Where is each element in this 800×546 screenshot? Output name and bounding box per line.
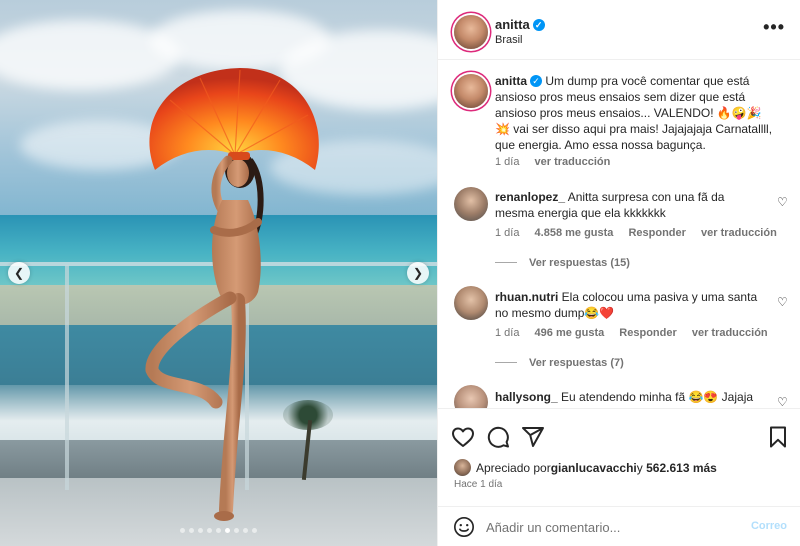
heart-icon[interactable] (451, 425, 475, 449)
post-photo[interactable]: ❮ ❯ (0, 0, 437, 546)
comment-input[interactable] (486, 517, 726, 537)
carousel-dot (243, 528, 248, 533)
carousel-dot (225, 528, 230, 533)
caption-time: 1 día (495, 156, 520, 168)
comments-list[interactable]: anitta ✓ Um dump pra você comentar que es… (438, 61, 800, 408)
comment-composer: Correo (438, 506, 800, 546)
username-text[interactable]: anitta (495, 17, 530, 32)
avatar[interactable] (454, 187, 488, 221)
view-replies-label[interactable]: Ver respuestas (7) (529, 357, 624, 369)
previous-photo-button[interactable]: ❮ (8, 262, 30, 284)
see-translation-link[interactable]: ver traducción (701, 227, 777, 239)
like-comment-heart-icon[interactable]: ♡ (777, 396, 789, 408)
see-translation-link[interactable]: ver traducción (535, 156, 611, 168)
comment-body: Eu atendendo minha fã 😂😍 Jajaja (561, 390, 754, 404)
like-comment-heart-icon[interactable]: ♡ (777, 196, 789, 208)
caption-text: anitta ✓ Um dump pra você comentar que es… (495, 73, 775, 153)
post-location[interactable]: Brasil (495, 34, 523, 46)
post-sidebar: anitta ✓ Brasil ••• anitta ✓ Um dump pra v… (437, 0, 800, 546)
verified-badge-icon: ✓ (530, 75, 543, 87)
view-replies-label[interactable]: Ver respuestas (15) (529, 257, 630, 269)
more-options-icon[interactable]: ••• (763, 18, 785, 36)
post-comment-button[interactable]: Correo (751, 520, 787, 532)
railing-post (65, 265, 69, 490)
comment-text: renanlopez_ Anitta surpresa con una fã d… (495, 189, 765, 221)
comment-username[interactable]: renanlopez_ (495, 190, 565, 204)
liked-by-user[interactable]: gianlucavacchi (551, 461, 637, 475)
comment-time: 1 día (495, 227, 520, 239)
carousel-dot (189, 528, 194, 533)
comment-text: rhuan.nutri Ela colocou uma pasiva y uma… (495, 289, 765, 321)
replies-divider (495, 262, 517, 263)
comment-meta: 1 día 4.858 me gusta Responder ver tradu… (495, 227, 789, 239)
comment-likes[interactable]: 496 me gusta (535, 327, 605, 339)
bookmark-icon[interactable] (766, 425, 790, 449)
carousel-dot (252, 528, 257, 533)
likes-count[interactable]: 562.613 más (646, 461, 717, 475)
carousel-dot (216, 528, 221, 533)
carousel-dot (234, 528, 239, 533)
post-header: anitta ✓ Brasil ••• (438, 0, 800, 60)
smiley-icon[interactable] (453, 516, 475, 538)
caption-username[interactable]: anitta (495, 74, 527, 88)
avatar (454, 459, 471, 476)
caption-meta: 1 día ver traducción (495, 156, 622, 168)
avatar[interactable] (454, 385, 488, 408)
reply-button[interactable]: Responder (619, 327, 676, 339)
reply-button[interactable]: Responder (628, 227, 685, 239)
replies-divider (495, 362, 517, 363)
post-actions: Apreciado por gianlucavacchi y 562.613 m… (438, 408, 800, 546)
comment-likes[interactable]: 4.858 me gusta (535, 227, 614, 239)
comment-username[interactable]: hallysong_ (495, 390, 558, 404)
comment-meta: 1 día 496 me gusta Responder ver traducc… (495, 327, 780, 339)
post-modal: ❮ ❯ anitta ✓ Brasil ••• anitta ✓ Um dump p… (0, 0, 800, 546)
carousel-dot (198, 528, 203, 533)
comment-time: 1 día (495, 327, 520, 339)
comment-icon[interactable] (486, 425, 510, 449)
liked-by-summary[interactable]: Apreciado por gianlucavacchi y 562.613 m… (454, 459, 717, 476)
verified-badge-icon: ✓ (532, 19, 545, 31)
avatar[interactable] (454, 74, 488, 108)
view-replies-button[interactable]: Ver respuestas (15) (495, 257, 630, 269)
paper-plane-icon[interactable] (521, 425, 545, 449)
carousel-dot (180, 528, 185, 533)
carousel-dot (207, 528, 212, 533)
post-timestamp[interactable]: Hace 1 día (454, 479, 502, 490)
see-translation-link[interactable]: ver traducción (692, 327, 768, 339)
liked-by-prefix: Apreciado por (476, 460, 551, 475)
carousel-indicator (0, 528, 437, 536)
avatar[interactable] (454, 286, 488, 320)
next-photo-button[interactable]: ❯ (407, 262, 429, 284)
liked-by-conjunction: y (636, 460, 643, 475)
view-replies-button[interactable]: Ver respuestas (7) (495, 357, 624, 369)
like-comment-heart-icon[interactable]: ♡ (777, 296, 789, 308)
avatar[interactable] (454, 15, 488, 49)
author-username[interactable]: anitta ✓ (495, 17, 545, 32)
person-figure (145, 68, 319, 521)
comment-username[interactable]: rhuan.nutri (495, 290, 558, 304)
comment-text: hallysong_ Eu atendendo minha fã 😂😍 Jaja… (495, 389, 765, 405)
